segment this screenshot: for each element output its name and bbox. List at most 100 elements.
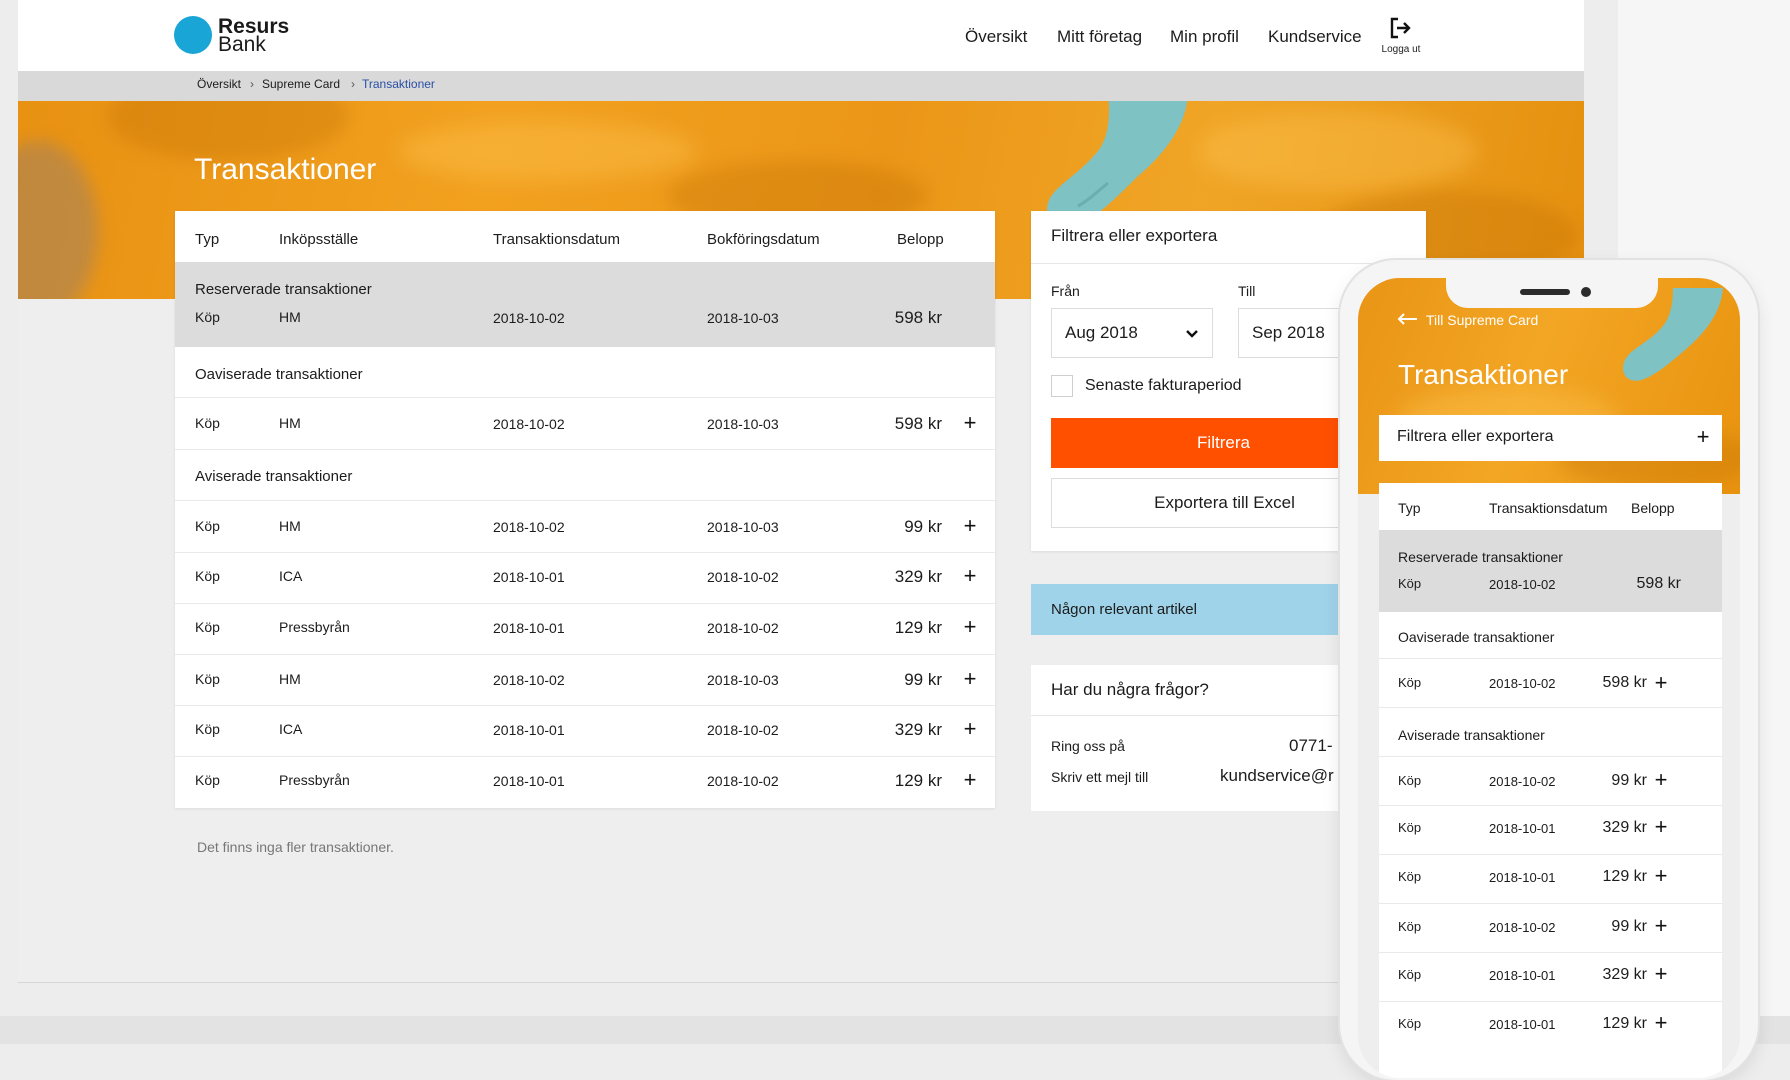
column-header-booking-date: Bokföringsdatum — [707, 231, 820, 248]
row-type: Köp — [195, 309, 220, 325]
row-merchant: HM — [279, 415, 301, 431]
latest-period-checkbox[interactable] — [1051, 375, 1073, 397]
row-merchant: ICA — [279, 568, 303, 584]
logout-icon[interactable] — [1388, 16, 1412, 40]
breadcrumb-oversikt[interactable]: Översikt — [197, 77, 241, 91]
mobile-filter-toggle[interactable]: Filtrera eller exportera + — [1379, 415, 1722, 461]
row-booking-date: 2018-10-03 — [707, 416, 779, 432]
site-header: Resurs Bank Översikt Mitt företag Min pr… — [18, 0, 1584, 71]
row-amount: 598 kr — [894, 414, 942, 433]
latest-period-label[interactable]: Senaste fakturaperiod — [1085, 377, 1242, 395]
row-type: Köp — [195, 568, 220, 584]
table-row[interactable]: Köp ICA 2018-10-01 2018-10-02 329 kr + — [175, 553, 995, 604]
row-divider — [1379, 707, 1722, 708]
row-amount: 129 kr — [1602, 868, 1647, 885]
table-row[interactable]: Köp Pressbyrån 2018-10-01 2018-10-02 129… — [175, 757, 995, 808]
row-merchant: HM — [279, 518, 301, 534]
expand-plus-icon[interactable]: + — [1653, 816, 1669, 838]
table-row[interactable]: Köp Pressbyrån 2018-10-01 2018-10-02 129… — [175, 604, 995, 655]
breadcrumb-supreme-card[interactable]: Supreme Card — [262, 77, 340, 91]
speaker — [1520, 289, 1570, 295]
row-type: Köp — [1398, 675, 1422, 690]
logo-text-line2: Bank — [218, 33, 266, 56]
expand-plus-icon[interactable]: + — [962, 616, 978, 638]
expand-plus-icon[interactable]: + — [962, 412, 978, 434]
row-merchant: HM — [279, 309, 301, 325]
arrow-left-icon[interactable] — [1396, 312, 1418, 326]
hero-fabric-shadow — [18, 141, 98, 299]
nav-item-min-profil[interactable]: Min profil — [1170, 27, 1239, 47]
from-select[interactable]: Aug 2018 — [1051, 308, 1213, 358]
expand-plus-icon[interactable]: + — [1653, 672, 1669, 694]
section-label-billed: Aviserade transaktioner — [195, 468, 353, 485]
row-booking-date: 2018-10-02 — [707, 773, 779, 789]
back-link[interactable]: Till Supreme Card — [1426, 312, 1538, 328]
table-row[interactable]: Köp HM 2018-10-02 2018-10-03 598 kr + — [175, 398, 995, 449]
row-transaction-date: 2018-10-02 — [493, 416, 565, 432]
phone-label: Ring oss på — [1051, 738, 1125, 754]
row-type: Köp — [1398, 820, 1422, 835]
email-address[interactable]: kundservice@r — [1220, 766, 1334, 786]
row-transaction-date: 2018-10-01 — [493, 620, 565, 636]
expand-plus-icon[interactable]: + — [1653, 1012, 1669, 1034]
row-amount: 329 kr — [894, 567, 942, 586]
logo-icon[interactable] — [174, 16, 212, 54]
expand-plus-icon[interactable]: + — [1653, 769, 1669, 791]
row-amount: 129 kr — [894, 771, 942, 790]
expand-plus-icon[interactable]: + — [962, 668, 978, 690]
table-row[interactable]: Köp 2018-10-01 129 kr + — [1379, 855, 1722, 903]
expand-plus-icon[interactable]: + — [1653, 915, 1669, 937]
column-header-transaction-date: Transaktionsdatum — [493, 231, 621, 248]
expand-plus-icon[interactable]: + — [962, 515, 978, 537]
row-amount: 329 kr — [1602, 966, 1647, 983]
expand-plus-icon[interactable]: + — [1695, 426, 1711, 448]
row-amount: 129 kr — [894, 618, 942, 637]
expand-plus-icon[interactable]: + — [962, 718, 978, 740]
nav-item-oversikt[interactable]: Översikt — [965, 27, 1027, 47]
table-row[interactable]: Köp 2018-10-01 329 kr + — [1379, 953, 1722, 1001]
table-row[interactable]: Köp HM 2018-10-02 2018-10-03 99 kr + — [175, 501, 995, 552]
row-amount: 598 kr — [894, 308, 942, 327]
row-transaction-date: 2018-10-02 — [1489, 774, 1556, 789]
to-label: Till — [1238, 283, 1256, 299]
mobile-device: Till Supreme Card Transaktioner Filtrera… — [1340, 260, 1758, 1080]
email-label: Skriv ett mejl till — [1051, 769, 1149, 785]
empty-message: Det finns inga fler transaktioner. — [197, 839, 394, 855]
row-amount: 99 kr — [1611, 772, 1647, 789]
table-row[interactable]: Köp 2018-10-01 329 kr + — [1379, 806, 1722, 854]
camera — [1581, 287, 1591, 297]
table-row[interactable]: Köp 2018-10-02 99 kr + — [1379, 757, 1722, 805]
table-row[interactable]: Köp ICA 2018-10-01 2018-10-02 329 kr + — [175, 706, 995, 757]
hero-fabric-highlight — [398, 121, 698, 181]
reserved-section — [175, 262, 995, 347]
expand-plus-icon[interactable]: + — [1653, 865, 1669, 887]
section-label-reserved: Reserverade transaktioner — [195, 281, 372, 298]
row-amount: 99 kr — [1611, 918, 1647, 935]
table-row[interactable]: Köp 2018-10-01 129 kr + — [1379, 1002, 1722, 1050]
expand-plus-icon[interactable]: + — [962, 565, 978, 587]
expand-plus-icon[interactable]: + — [1653, 963, 1669, 985]
phone-number[interactable]: 0771- — [1289, 736, 1332, 756]
nav-item-mitt-foretag[interactable]: Mitt företag — [1057, 27, 1142, 47]
row-booking-date: 2018-10-03 — [707, 519, 779, 535]
row-type: Köp — [195, 415, 220, 431]
from-select-value: Aug 2018 — [1065, 323, 1138, 342]
row-type: Köp — [195, 772, 220, 788]
expand-plus-icon[interactable]: + — [962, 769, 978, 791]
row-booking-date: 2018-10-02 — [707, 620, 779, 636]
column-header-type: Typ — [195, 231, 220, 248]
table-row[interactable]: Köp HM 2018-10-02 2018-10-03 99 kr + — [175, 655, 995, 706]
table-row[interactable]: Köp 2018-10-02 99 kr + — [1379, 904, 1722, 952]
row-type: Köp — [195, 671, 220, 687]
nav-item-kundservice[interactable]: Kundservice — [1268, 27, 1362, 47]
row-transaction-date: 2018-10-01 — [493, 722, 565, 738]
row-transaction-date: 2018-10-01 — [493, 569, 565, 585]
mobile-page-title: Transaktioner — [1398, 359, 1569, 390]
table-row[interactable]: Köp 2018-10-02 598 kr + — [1379, 659, 1722, 707]
column-header-merchant: Inköpsställe — [279, 231, 359, 248]
row-type: Köp — [195, 619, 220, 635]
row-transaction-date: 2018-10-01 — [493, 773, 565, 789]
logout-label[interactable]: Logga ut — [1378, 44, 1424, 55]
column-header-type: Typ — [1398, 500, 1421, 516]
row-type: Köp — [1398, 869, 1422, 884]
